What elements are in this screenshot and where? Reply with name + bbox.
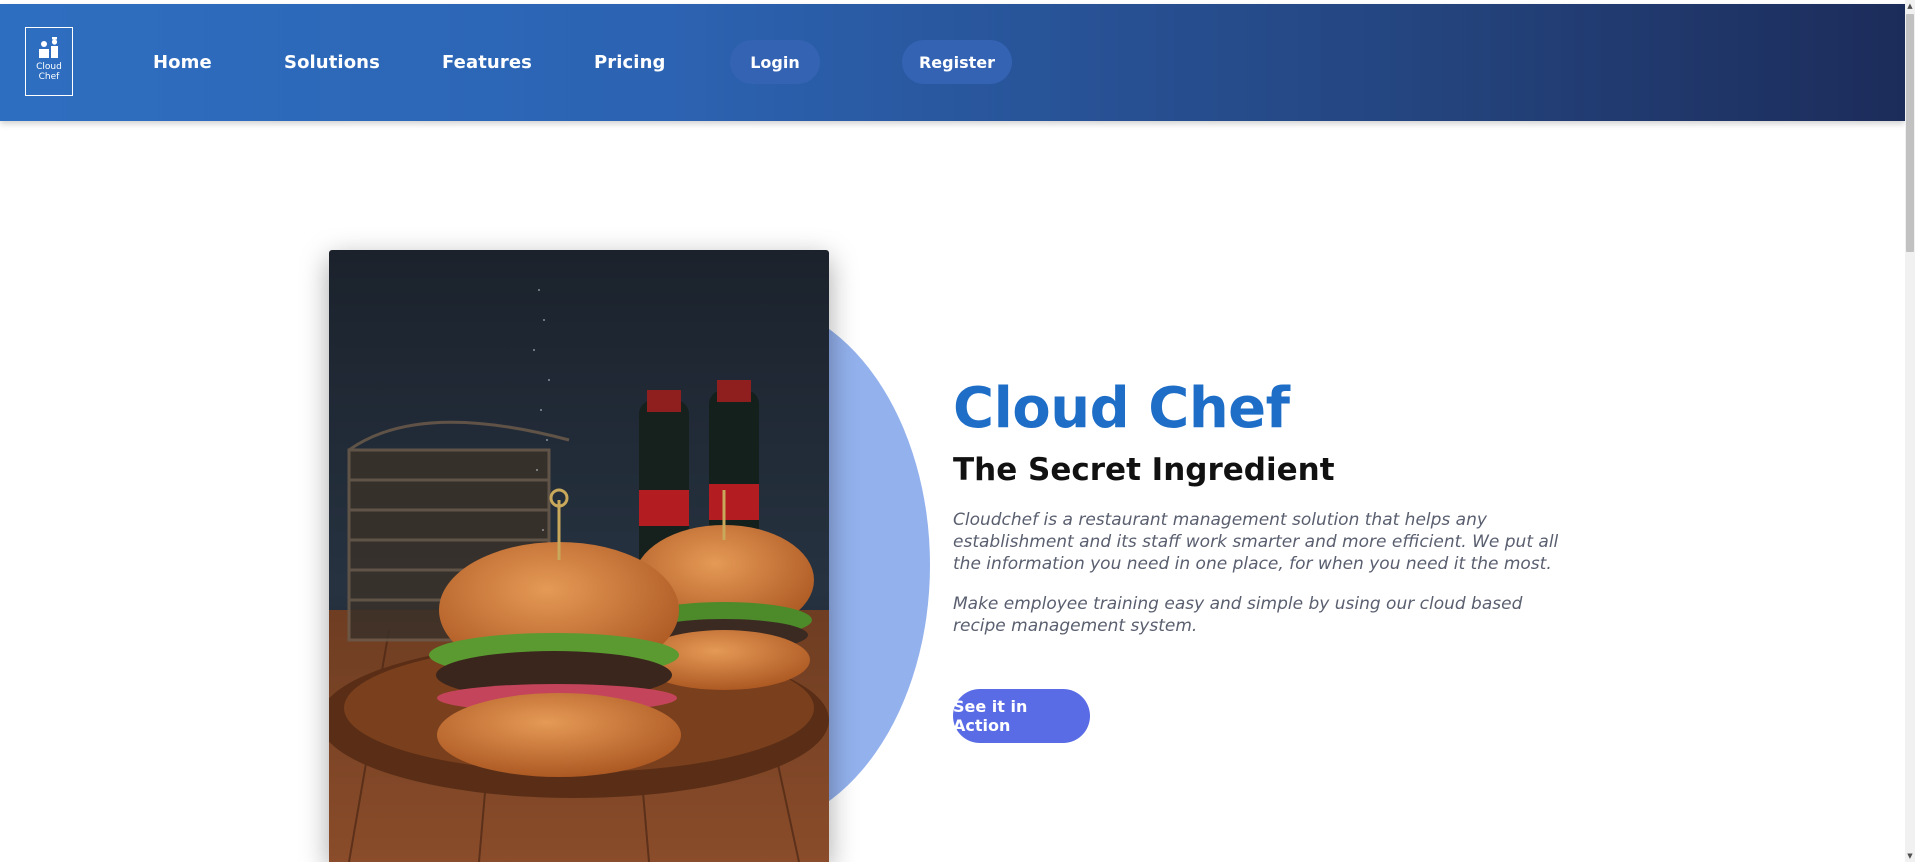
scrollbar-thumb[interactable]: [1906, 14, 1914, 252]
nav-solutions[interactable]: Solutions: [284, 52, 380, 73]
logo[interactable]: Cloud Chef: [25, 27, 73, 96]
vertical-scrollbar[interactable]: ▲ ▼: [1905, 0, 1915, 862]
chef-icon: [39, 37, 58, 58]
nav-pricing[interactable]: Pricing: [594, 52, 665, 73]
navbar: Cloud Chef Home Solutions Features Prici…: [0, 4, 1905, 121]
register-button[interactable]: Register: [902, 40, 1012, 84]
scroll-down-arrow-icon[interactable]: ▼: [1905, 850, 1915, 862]
hero-image: [329, 250, 829, 862]
nav-home[interactable]: Home: [153, 52, 212, 73]
hero-paragraph-2: Make employee training easy and simple b…: [953, 594, 1523, 636]
hero-paragraph-1: Cloudchef is a restaurant management sol…: [953, 510, 1559, 574]
login-button[interactable]: Login: [730, 40, 820, 84]
scroll-up-arrow-icon[interactable]: ▲: [1905, 0, 1915, 12]
burger-photo: [329, 250, 829, 862]
nav-features[interactable]: Features: [442, 52, 532, 73]
logo-text: Cloud Chef: [36, 62, 62, 82]
hero-title: Cloud Chef: [953, 376, 1290, 441]
see-it-in-action-button[interactable]: See it in Action: [953, 689, 1090, 743]
hero-subtitle: The Secret Ingredient: [953, 452, 1335, 488]
